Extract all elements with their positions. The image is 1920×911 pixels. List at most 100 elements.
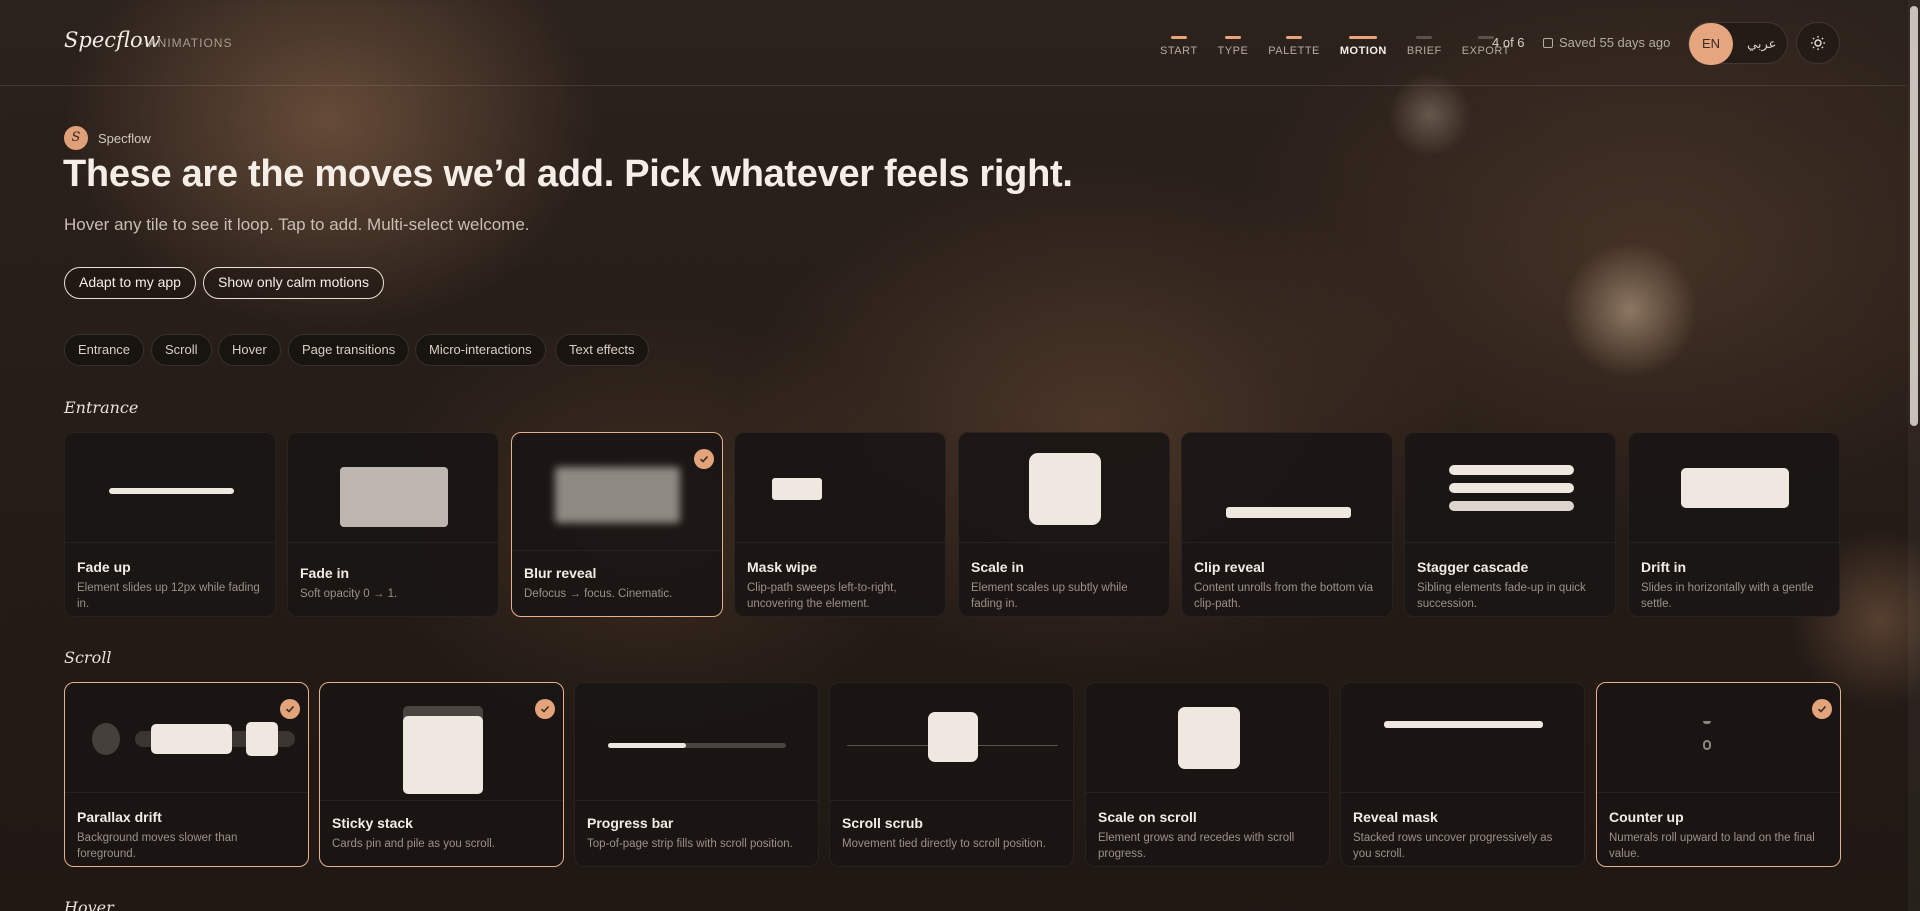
card-preview bbox=[1182, 433, 1392, 543]
language-en-button[interactable]: EN bbox=[1689, 23, 1733, 65]
motion-card-drift-in[interactable]: Drift in Slides in horizontally with a g… bbox=[1628, 432, 1840, 617]
card-preview bbox=[512, 433, 722, 551]
step-start[interactable]: START bbox=[1160, 36, 1198, 57]
motion-card-fade-up[interactable]: Fade up Element slides up 12px while fad… bbox=[64, 432, 276, 617]
motion-card-counter-up[interactable]: Counter up Numerals roll upward to land … bbox=[1596, 682, 1841, 867]
step-label: TYPE bbox=[1217, 45, 1249, 57]
save-icon bbox=[1543, 37, 1553, 48]
step-indicator bbox=[1286, 36, 1303, 39]
card-preview bbox=[735, 433, 945, 543]
card-description: Stacked rows uncover progressively as yo… bbox=[1353, 832, 1553, 860]
motion-card-clip-reveal[interactable]: Clip reveal Content unrolls from the bot… bbox=[1181, 432, 1393, 617]
brand-tag: S Specflow bbox=[64, 126, 151, 150]
filter-text-effects[interactable]: Text effects bbox=[555, 334, 649, 366]
step-indicator bbox=[1416, 36, 1433, 39]
card-preview bbox=[959, 433, 1169, 543]
card-title: Scale on scroll bbox=[1098, 809, 1197, 825]
filter-entrance[interactable]: Entrance bbox=[64, 334, 145, 366]
section-title-scroll: Scroll bbox=[64, 648, 112, 667]
motion-card-scale-in[interactable]: Scale in Element scales up subtly while … bbox=[958, 432, 1170, 617]
brand-name: Specflow bbox=[98, 130, 151, 146]
motion-card-progress-bar[interactable]: Progress bar Top-of-page strip fills wit… bbox=[574, 682, 819, 867]
motion-card-stagger-cascade[interactable]: Stagger cascade Sibling elements fade-up… bbox=[1404, 432, 1616, 617]
language-ar-button[interactable]: عربي bbox=[1747, 23, 1776, 65]
filter-page-transitions[interactable]: Page transitions bbox=[288, 334, 410, 366]
wizard-steps: START TYPE PALETTE MOTION BRIEF EXPORT bbox=[1160, 36, 1530, 57]
card-title: Fade in bbox=[300, 565, 350, 581]
card-title: Fade up bbox=[77, 559, 131, 575]
card-description: Slides in horizontally with a gentle set… bbox=[1641, 582, 1814, 610]
step-motion[interactable]: MOTION bbox=[1340, 36, 1387, 57]
motion-card-scroll-scrub[interactable]: Scroll scrub Movement tied directly to s… bbox=[829, 682, 1074, 867]
page-subtitle: Hover any tile to see it loop. Tap to ad… bbox=[64, 215, 530, 234]
card-title: Sticky stack bbox=[332, 815, 413, 831]
card-description: Element slides up 12px while fading in. bbox=[77, 582, 260, 610]
scrollbar-thumb[interactable] bbox=[1910, 6, 1918, 426]
card-title: Stagger cascade bbox=[1417, 559, 1529, 575]
filter-scroll[interactable]: Scroll bbox=[151, 334, 212, 366]
page-scrollbar[interactable] bbox=[1908, 0, 1920, 911]
card-description: Soft opacity 0 → 1. bbox=[300, 588, 398, 600]
filter-hover[interactable]: Hover bbox=[218, 334, 281, 366]
card-preview bbox=[830, 683, 1073, 801]
card-title: Blur reveal bbox=[524, 565, 597, 581]
language-toggle: EN عربي bbox=[1688, 22, 1788, 65]
step-indicator bbox=[1349, 36, 1378, 39]
motion-card-sticky-stack[interactable]: Sticky stack Cards pin and pile as you s… bbox=[319, 682, 564, 867]
card-title: Scale in bbox=[971, 559, 1024, 575]
step-brief[interactable]: BRIEF bbox=[1407, 36, 1442, 57]
card-preview bbox=[1597, 683, 1840, 793]
adapt-to-app-button[interactable]: Adapt to my app bbox=[64, 267, 196, 299]
section-title-entrance: Entrance bbox=[64, 398, 139, 417]
card-title: Parallax drift bbox=[77, 809, 162, 825]
card-title: Mask wipe bbox=[747, 559, 818, 575]
card-preview bbox=[1341, 683, 1584, 793]
step-indicator bbox=[1224, 36, 1241, 39]
step-label: MOTION bbox=[1339, 45, 1387, 57]
card-description: Background moves slower than foreground. bbox=[77, 832, 238, 860]
card-description: Element scales up subtly while fading in… bbox=[971, 582, 1128, 610]
card-description: Sibling elements fade-up in quick succes… bbox=[1417, 582, 1586, 610]
step-label: START bbox=[1160, 45, 1198, 57]
card-title: Scroll scrub bbox=[842, 815, 923, 831]
motion-card-mask-wipe[interactable]: Mask wipe Clip-path sweeps left-to-right… bbox=[734, 432, 946, 617]
card-title: Counter up bbox=[1609, 809, 1684, 825]
step-progress: 4 of 6 bbox=[1492, 35, 1525, 50]
selected-check-icon bbox=[694, 449, 714, 469]
step-type[interactable]: TYPE bbox=[1218, 36, 1249, 57]
brand-badge-icon: S bbox=[64, 126, 88, 150]
card-description: Movement tied directly to scroll positio… bbox=[842, 838, 1046, 850]
step-palette[interactable]: PALETTE bbox=[1268, 36, 1320, 57]
filter-micro-interactions[interactable]: Micro-interactions bbox=[415, 334, 546, 366]
calm-motions-button[interactable]: Show only calm motions bbox=[203, 267, 384, 299]
card-title: Clip reveal bbox=[1194, 559, 1265, 575]
card-description: Numerals roll upward to land on the fina… bbox=[1609, 832, 1815, 860]
save-status: Saved 55 days ago bbox=[1543, 35, 1670, 50]
motion-card-blur-reveal[interactable]: Blur reveal Defocus → focus. Cinematic. bbox=[511, 432, 723, 617]
section-title-hover: Hover bbox=[64, 898, 114, 911]
card-preview bbox=[65, 433, 275, 543]
card-description: Cards pin and pile as you scroll. bbox=[332, 838, 495, 850]
card-preview bbox=[1405, 433, 1615, 543]
step-label: BRIEF bbox=[1406, 45, 1442, 57]
page-title: These are the moves we’d add. Pick whate… bbox=[63, 153, 1073, 195]
theme-toggle-button[interactable] bbox=[1796, 22, 1840, 64]
card-description: Top-of-page strip fills with scroll posi… bbox=[587, 838, 793, 850]
card-preview bbox=[1629, 433, 1839, 543]
card-preview bbox=[320, 683, 563, 801]
motion-card-scale-on-scroll[interactable]: Scale on scroll Element grows and recede… bbox=[1085, 682, 1330, 867]
selected-check-icon bbox=[535, 699, 555, 719]
motion-card-reveal-mask[interactable]: Reveal mask Stacked rows uncover progres… bbox=[1340, 682, 1585, 867]
step-label: PALETTE bbox=[1268, 45, 1320, 57]
breadcrumb: · ANIMATIONS bbox=[140, 36, 233, 50]
top-bar: Specflow · ANIMATIONS START TYPE PALETTE… bbox=[0, 0, 1906, 86]
motion-card-parallax-drift[interactable]: Parallax drift Background moves slower t… bbox=[64, 682, 309, 867]
card-description: Element grows and recedes with scroll pr… bbox=[1098, 832, 1295, 860]
card-preview bbox=[575, 683, 818, 801]
card-description: Clip-path sweeps left-to-right, uncoveri… bbox=[747, 582, 897, 610]
motion-card-fade-in[interactable]: Fade in Soft opacity 0 → 1. bbox=[287, 432, 499, 617]
selected-check-icon bbox=[280, 699, 300, 719]
sun-icon bbox=[1811, 36, 1825, 50]
selected-check-icon bbox=[1812, 699, 1832, 719]
card-preview bbox=[288, 433, 498, 543]
